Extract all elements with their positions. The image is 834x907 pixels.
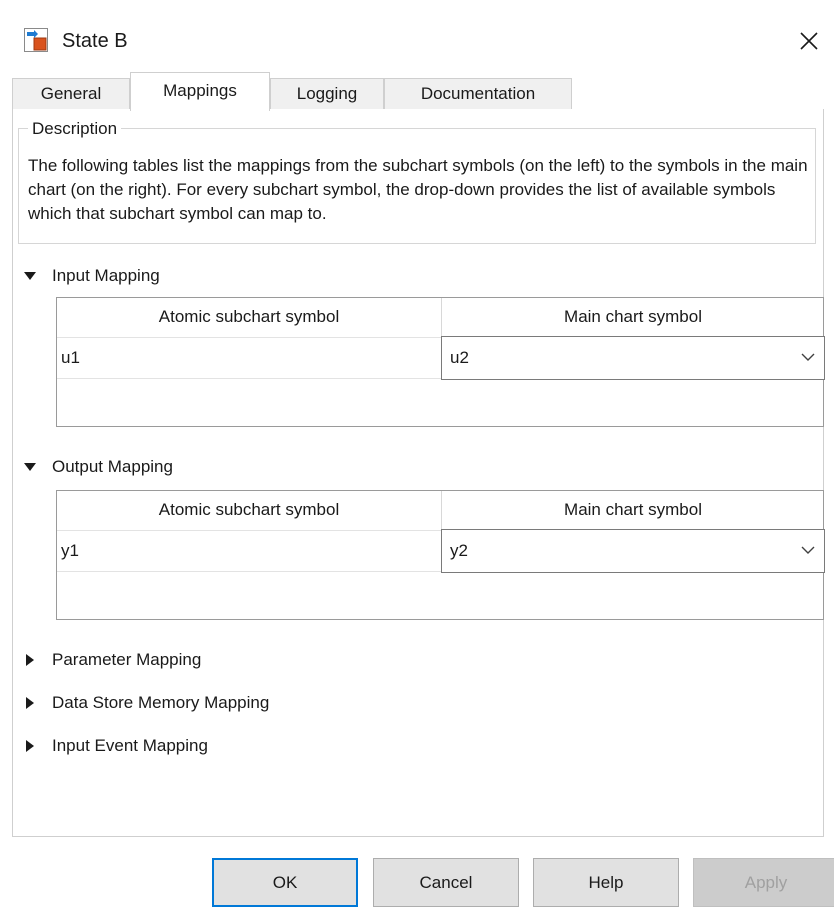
description-legend: Description [28,118,122,140]
row-divider [57,378,441,379]
output-mapping-table: Atomic subchart symbol Main chart symbol… [56,490,825,620]
input-mapping-toggle[interactable]: Input Mapping [24,264,160,288]
apply-button[interactable]: Apply [693,858,834,907]
output-mapping-toggle[interactable]: Output Mapping [24,455,173,479]
subchart-symbol-cell: u1 [61,348,80,367]
main-symbol-dropdown[interactable]: y2 [441,529,825,573]
column-divider [441,298,442,338]
input-mapping-table: Atomic subchart symbol Main chart symbol… [56,297,825,427]
triangle-down-icon [24,463,36,471]
dialog-buttons: OK Cancel Help Apply [0,858,834,907]
column-header-subchart: Atomic subchart symbol [158,307,340,326]
output-mapping-label: Output Mapping [52,457,173,476]
data-store-memory-mapping-label: Data Store Memory Mapping [52,693,270,712]
help-button[interactable]: Help [533,858,679,907]
tab-mappings[interactable]: Mappings [130,72,270,111]
title-bar: State B [0,0,834,68]
triangle-right-icon [26,740,34,752]
row-divider [57,337,441,338]
description-text: The following tables list the mappings f… [28,156,808,223]
parameter-mapping-label: Parameter Mapping [52,650,202,669]
stateflow-state-icon [24,28,48,52]
cancel-button[interactable]: Cancel [373,858,519,907]
chevron-down-icon [801,353,815,361]
close-icon[interactable] [796,28,822,54]
tab-documentation[interactable]: Documentation [384,78,572,110]
parameter-mapping-toggle[interactable]: Parameter Mapping [24,648,201,672]
column-header-subchart: Atomic subchart symbol [158,500,340,519]
input-event-mapping-label: Input Event Mapping [52,736,208,755]
main-symbol-dropdown[interactable]: u2 [441,336,825,380]
tab-general[interactable]: General [12,78,130,110]
column-divider [441,491,442,531]
triangle-down-icon [24,272,36,280]
data-store-memory-mapping-toggle[interactable]: Data Store Memory Mapping [24,691,269,715]
input-mapping-label: Input Mapping [52,266,160,285]
ok-button[interactable]: OK [212,858,358,907]
triangle-right-icon [26,654,34,666]
tab-strip: General Mappings Logging Documentation [12,72,824,111]
column-header-main: Main chart symbol [564,307,702,326]
dropdown-value: y2 [450,541,468,560]
tab-logging[interactable]: Logging [270,78,384,110]
dropdown-value: u2 [450,348,469,367]
subchart-symbol-cell: y1 [61,541,79,560]
row-divider [57,530,441,531]
column-header-main: Main chart symbol [564,500,702,519]
triangle-right-icon [26,697,34,709]
input-event-mapping-toggle[interactable]: Input Event Mapping [24,734,208,758]
chevron-down-icon [801,546,815,554]
row-divider [57,571,441,572]
window-title: State B [62,30,128,52]
